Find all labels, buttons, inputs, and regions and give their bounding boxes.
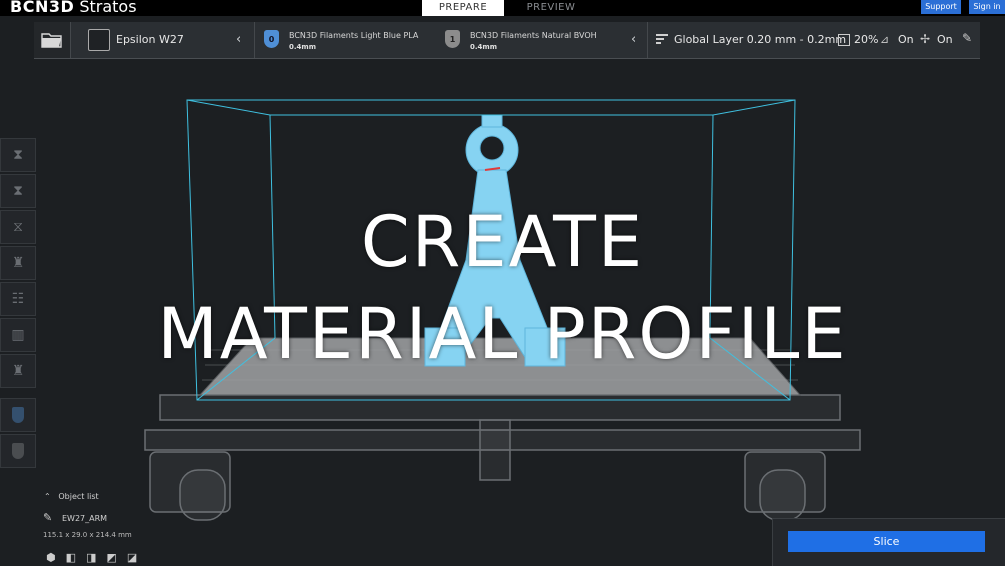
blocker-icon: ▥ <box>11 327 25 343</box>
extruder-2-selector[interactable]: 1 BCN3D Filaments Natural BVOH 0.4mm ‹ <box>437 22 648 58</box>
pencil-icon[interactable]: ✎ <box>43 511 52 524</box>
extruder-shield-icon <box>12 407 24 423</box>
extruder-shield-icon <box>12 443 24 459</box>
overlay-title: CREATE MATERIAL PROFILE <box>0 196 1005 380</box>
move-tool-button[interactable]: ⧗ <box>0 138 36 172</box>
print-settings-selector[interactable]: Global Layer 0.20 mm - 0.2mm 20% ⊿ On ✢ … <box>654 22 980 58</box>
printer-frame <box>144 394 861 521</box>
top-bar: BCN3D Stratos PREPARE PREVIEW Support Si… <box>0 0 1005 16</box>
overlay-line-2: MATERIAL PROFILE <box>157 293 848 375</box>
extruder-1-material: BCN3D Filaments Light Blue PLA <box>289 31 419 40</box>
object-name[interactable]: EW27_ARM <box>62 514 107 523</box>
main-toolbar: Epsilon W27 ‹ 0 BCN3D Filaments Light Bl… <box>34 22 980 59</box>
logo-bold: BCN3D <box>10 0 75 16</box>
app-logo: BCN3D Stratos <box>10 0 137 16</box>
scale-tool-button[interactable]: ⧗ <box>0 174 36 208</box>
extruder-1-nozzle: 0.4mm <box>289 43 316 51</box>
extruder-2-material: BCN3D Filaments Natural BVOH <box>470 31 597 40</box>
extruder-1-assign-button[interactable] <box>0 398 36 432</box>
open-file-button[interactable] <box>34 22 71 58</box>
view-top-icon[interactable]: ◨ <box>86 552 96 563</box>
slice-panel: Slice <box>772 518 1005 566</box>
mirror-tool-button[interactable]: ♜ <box>0 246 36 280</box>
infill-value: 20% <box>854 33 879 46</box>
profile-name: Global Layer 0.20 mm - 0.2mm <box>674 33 847 46</box>
folder-icon <box>41 33 62 48</box>
extruder-shield-icon: 1 <box>445 30 460 48</box>
support-icon: ⊿ <box>880 33 890 46</box>
chevron-left-icon: ‹ <box>236 32 242 47</box>
extruder-shield-icon: 0 <box>264 30 279 48</box>
object-list-panel: ⌃ Object list ✎ EW27_ARM 115.1 x 29.0 x … <box>40 490 240 565</box>
printer-name: Epsilon W27 <box>116 33 184 46</box>
support-value: On <box>898 33 914 46</box>
view-left-icon[interactable]: ◩ <box>106 552 116 563</box>
extruder-1-selector[interactable]: 0 BCN3D Filaments Light Blue PLA 0.4mm <box>256 22 436 58</box>
view-right-icon[interactable]: ◪ <box>127 552 137 563</box>
chevron-left-icon: ‹ <box>631 32 637 47</box>
view-front-icon[interactable]: ◧ <box>66 552 76 563</box>
support-button[interactable]: Support <box>921 0 961 14</box>
move-icon: ⧗ <box>13 147 23 163</box>
extruder-2-nozzle: 0.4mm <box>470 43 497 51</box>
rotate-icon: ⧖ <box>13 219 23 235</box>
tool-sidebar: ⧗ ⧗ ⧖ ♜ ☷ ▥ ♜ <box>0 138 36 470</box>
printer-selector[interactable]: Epsilon W27 ‹ <box>74 22 255 58</box>
tab-prepare[interactable]: PREPARE <box>422 0 504 16</box>
adhesion-icon: ✢ <box>920 32 931 46</box>
object-list-toggle[interactable]: ⌃ Object list <box>44 492 99 501</box>
printer-icon <box>88 29 110 51</box>
mirror-icon: ♜ <box>11 255 25 271</box>
tab-preview[interactable]: PREVIEW <box>505 0 597 16</box>
object-dimensions: 115.1 x 29.0 x 214.4 mm <box>43 531 132 539</box>
chevron-up-icon: ⌃ <box>44 492 51 501</box>
adhesion-value: On <box>937 33 953 46</box>
profile-icon <box>656 34 668 46</box>
support-blocker-button[interactable]: ▥ <box>0 318 36 352</box>
overlay-line-1: CREATE <box>360 201 645 283</box>
per-model-settings-button[interactable]: ☷ <box>0 282 36 316</box>
object-list-header: Object list <box>58 492 99 501</box>
extruder-2-assign-button[interactable] <box>0 434 36 468</box>
slice-button[interactable]: Slice <box>788 531 985 552</box>
sign-in-button[interactable]: Sign in <box>969 0 1005 14</box>
duplicate-tool-button[interactable]: ♜ <box>0 354 36 388</box>
infill-icon <box>838 34 850 46</box>
settings-icon: ☷ <box>11 291 25 307</box>
rotate-tool-button[interactable]: ⧖ <box>0 210 36 244</box>
duplicate-icon: ♜ <box>11 363 25 379</box>
pencil-icon[interactable]: ✎ <box>962 31 972 45</box>
scale-icon: ⧗ <box>13 183 23 199</box>
camera-views: ⬢ ◧ ◨ ◩ ◪ <box>46 552 137 563</box>
logo-rest: Stratos <box>74 0 137 16</box>
view-3d-icon[interactable]: ⬢ <box>46 552 56 563</box>
